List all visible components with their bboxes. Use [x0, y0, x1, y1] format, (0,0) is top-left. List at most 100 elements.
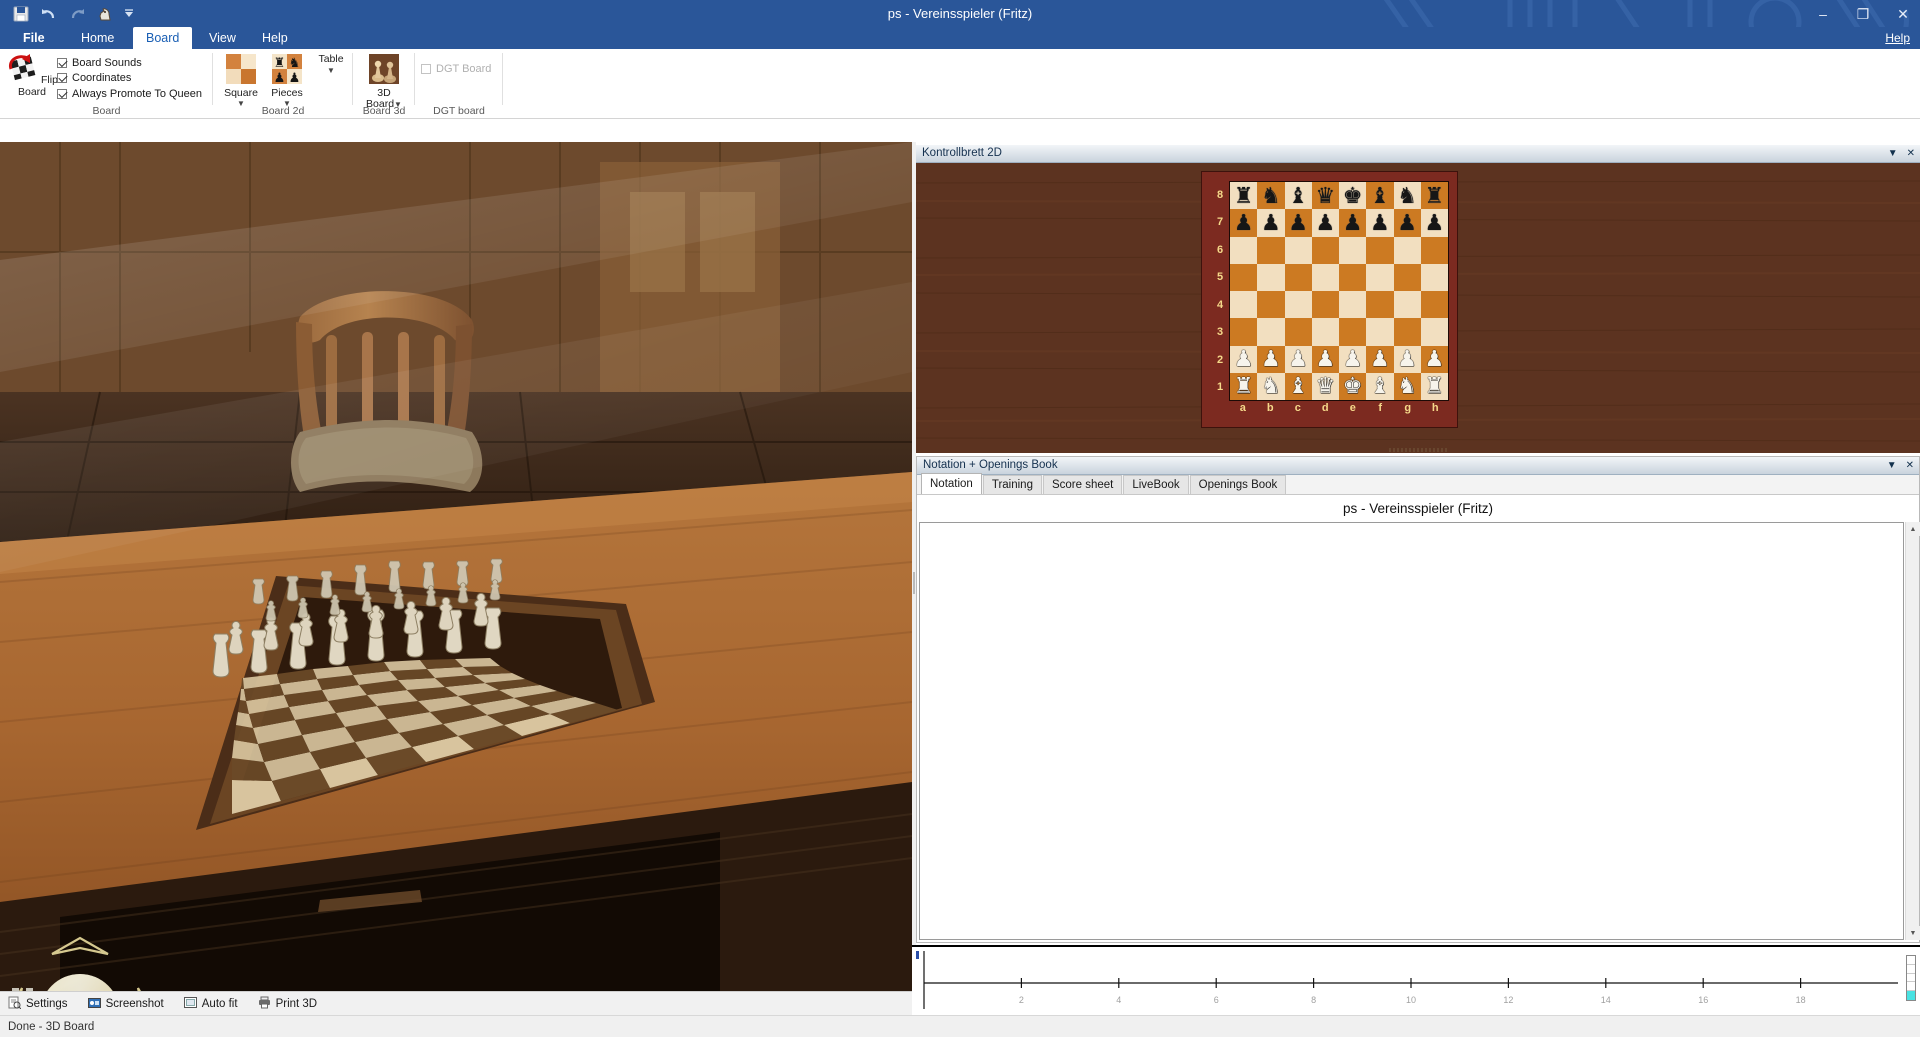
close-button[interactable]: ✕ — [1894, 7, 1912, 21]
board-square-a2[interactable]: ♟ — [1230, 346, 1257, 373]
piece-P[interactable]: ♟ — [1394, 346, 1421, 373]
board-square-e3[interactable] — [1339, 318, 1366, 345]
piece-Q[interactable]: ♛ — [1312, 373, 1339, 400]
board-square-c8[interactable]: ♝ — [1285, 182, 1312, 209]
board-square-c2[interactable]: ♟ — [1285, 346, 1312, 373]
notation-text-area[interactable] — [919, 522, 1904, 940]
board-2d-squares[interactable]: ♜♞♝♛♚♝♞♜♟♟♟♟♟♟♟♟♟♟♟♟♟♟♟♟♜♞♝♛♚♝♞♜ — [1229, 181, 1449, 401]
board-square-b3[interactable] — [1257, 318, 1284, 345]
scroll-up-icon[interactable]: ▲ — [1906, 522, 1920, 536]
board-square-g1[interactable]: ♞ — [1394, 373, 1421, 400]
save-icon[interactable] — [12, 5, 30, 23]
board-square-a7[interactable]: ♟ — [1230, 209, 1257, 236]
panel-close-icon[interactable]: ✕ — [1907, 149, 1915, 159]
board-square-h8[interactable]: ♜ — [1421, 182, 1448, 209]
restore-button[interactable]: ❐ — [1854, 7, 1872, 21]
board-square-e4[interactable] — [1339, 291, 1366, 318]
checkbox-board-sounds[interactable]: Board Sounds — [57, 55, 202, 71]
board-square-h7[interactable]: ♟ — [1421, 209, 1448, 236]
minimize-button[interactable]: – — [1814, 7, 1832, 21]
board-3d-view[interactable] — [0, 142, 912, 991]
piece-r[interactable]: ♜ — [1230, 182, 1257, 209]
tab-home[interactable]: Home — [68, 27, 127, 49]
piece-P[interactable]: ♟ — [1312, 346, 1339, 373]
board-square-h3[interactable] — [1421, 318, 1448, 345]
board-square-a5[interactable] — [1230, 264, 1257, 291]
tab-board[interactable]: Board — [133, 27, 192, 49]
board-square-c1[interactable]: ♝ — [1285, 373, 1312, 400]
piece-p[interactable]: ♟ — [1394, 209, 1421, 236]
evaluation-graph[interactable]: 24681012141618 — [912, 945, 1920, 1015]
redo-icon[interactable] — [68, 5, 86, 23]
piece-k[interactable]: ♚ — [1339, 182, 1366, 209]
board-square-g7[interactable]: ♟ — [1394, 209, 1421, 236]
tab-file[interactable]: File — [10, 27, 58, 49]
piece-n[interactable]: ♞ — [1257, 182, 1284, 209]
board-square-d1[interactable]: ♛ — [1312, 373, 1339, 400]
tab-training[interactable]: Training — [983, 475, 1042, 494]
checkbox-always-promote-to-queen[interactable]: Always Promote To Queen — [57, 86, 202, 102]
screenshot-button[interactable]: Screenshot — [88, 996, 164, 1012]
board-square-d8[interactable]: ♛ — [1312, 182, 1339, 209]
piece-N[interactable]: ♞ — [1394, 373, 1421, 400]
board-square-d7[interactable]: ♟ — [1312, 209, 1339, 236]
tab-score-sheet[interactable]: Score sheet — [1043, 475, 1122, 494]
chevron-down-icon[interactable]: ▼ — [311, 67, 351, 75]
flip-board-button[interactable]: Flip Board — [6, 53, 58, 98]
panel-minimize-icon[interactable]: ▼ — [1888, 149, 1898, 159]
board-square-f2[interactable]: ♟ — [1366, 346, 1393, 373]
board-square-e8[interactable]: ♚ — [1339, 182, 1366, 209]
tab-notation[interactable]: Notation — [921, 473, 982, 494]
square-style-button[interactable]: Square ▼ — [219, 54, 263, 108]
board-square-a6[interactable] — [1230, 237, 1257, 264]
board-square-f1[interactable]: ♝ — [1366, 373, 1393, 400]
board-square-a1[interactable]: ♜ — [1230, 373, 1257, 400]
board-square-h4[interactable] — [1421, 291, 1448, 318]
customize-qat-icon[interactable] — [124, 5, 134, 23]
piece-n[interactable]: ♞ — [1394, 182, 1421, 209]
board-square-b7[interactable]: ♟ — [1257, 209, 1284, 236]
piece-p[interactable]: ♟ — [1339, 209, 1366, 236]
fritz-knight-icon[interactable] — [96, 5, 114, 23]
piece-p[interactable]: ♟ — [1230, 209, 1257, 236]
piece-p[interactable]: ♟ — [1366, 209, 1393, 236]
piece-b[interactable]: ♝ — [1285, 182, 1312, 209]
print-3d-button[interactable]: Print 3D — [258, 996, 318, 1012]
board-square-g3[interactable] — [1394, 318, 1421, 345]
board-square-d6[interactable] — [1312, 237, 1339, 264]
checkbox-always-promote-to-queen-box[interactable] — [57, 89, 67, 99]
piece-P[interactable]: ♟ — [1230, 346, 1257, 373]
board-square-f6[interactable] — [1366, 237, 1393, 264]
board-square-e7[interactable]: ♟ — [1339, 209, 1366, 236]
piece-p[interactable]: ♟ — [1312, 209, 1339, 236]
board-square-h1[interactable]: ♜ — [1421, 373, 1448, 400]
board-square-c7[interactable]: ♟ — [1285, 209, 1312, 236]
scroll-down-icon[interactable]: ▼ — [1906, 926, 1920, 940]
undo-icon[interactable] — [40, 5, 58, 23]
board-square-b1[interactable]: ♞ — [1257, 373, 1284, 400]
piece-P[interactable]: ♟ — [1366, 346, 1393, 373]
board-square-e1[interactable]: ♚ — [1339, 373, 1366, 400]
board-square-g8[interactable]: ♞ — [1394, 182, 1421, 209]
piece-P[interactable]: ♟ — [1285, 346, 1312, 373]
board-square-f8[interactable]: ♝ — [1366, 182, 1393, 209]
board-square-g5[interactable] — [1394, 264, 1421, 291]
tab-openings-book[interactable]: Openings Book — [1190, 475, 1287, 494]
board-square-f5[interactable] — [1366, 264, 1393, 291]
piece-P[interactable]: ♟ — [1257, 346, 1284, 373]
board-square-b4[interactable] — [1257, 291, 1284, 318]
checkbox-board-sounds-box[interactable] — [57, 58, 67, 68]
board-square-a4[interactable] — [1230, 291, 1257, 318]
auto-fit-button[interactable]: Auto fit — [184, 996, 238, 1012]
checkbox-coordinates-box[interactable] — [57, 73, 67, 83]
board-square-a8[interactable]: ♜ — [1230, 182, 1257, 209]
board-square-f4[interactable] — [1366, 291, 1393, 318]
pieces-style-button[interactable]: ♜ ♞ ♟ ♟ Pieces ▼ — [265, 54, 309, 108]
piece-P[interactable]: ♟ — [1339, 346, 1366, 373]
board-square-c5[interactable] — [1285, 264, 1312, 291]
board-2d[interactable]: 8 7 6 5 4 3 2 1 ♜♞♝♛♚♝♞♜♟♟♟♟♟♟♟♟♟♟♟♟♟♟♟♟… — [1201, 171, 1458, 428]
board-square-f7[interactable]: ♟ — [1366, 209, 1393, 236]
piece-P[interactable]: ♟ — [1421, 346, 1448, 373]
board-2d-resize-handle[interactable] — [1389, 448, 1447, 452]
piece-R[interactable]: ♜ — [1230, 373, 1257, 400]
